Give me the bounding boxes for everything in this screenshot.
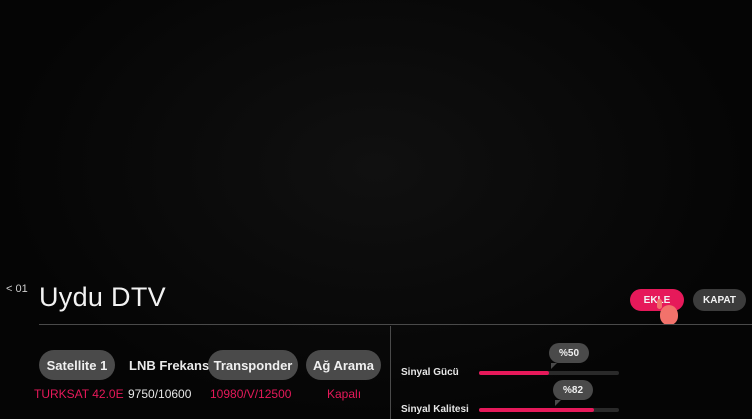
page-title: Uydu DTV	[39, 282, 166, 312]
signal-quality-bubble: %82	[553, 380, 593, 406]
satellite-button[interactable]: Satellite 1	[39, 350, 115, 380]
lnb-frequency-value: 9750/10600	[128, 387, 192, 401]
signal-quality-track	[479, 408, 619, 412]
signal-strength-label: Sinyal Gücü	[401, 367, 459, 378]
network-search-button[interactable]: Ağ Arama	[306, 350, 381, 380]
lnb-frequency-label: LNB Frekansı	[129, 358, 213, 373]
step-indicator: < 01	[6, 283, 28, 295]
divider-horizontal	[39, 324, 752, 325]
network-search-value: Kapalı	[327, 387, 362, 401]
signal-quality-label: Sinyal Kalitesi	[401, 404, 469, 415]
satellite-value: TURKSAT 42.0E	[34, 387, 124, 401]
signal-strength-fill	[479, 371, 549, 375]
signal-quality-fill	[479, 408, 594, 412]
divider-vertical	[390, 326, 391, 419]
signal-strength-bubble: %50	[549, 343, 589, 369]
pointer-hand-icon	[657, 299, 678, 325]
signal-strength-track	[479, 371, 619, 375]
transponder-button[interactable]: Transponder	[208, 350, 298, 380]
close-button[interactable]: KAPAT	[693, 289, 746, 311]
transponder-value: 10980/V/12500	[210, 387, 292, 401]
